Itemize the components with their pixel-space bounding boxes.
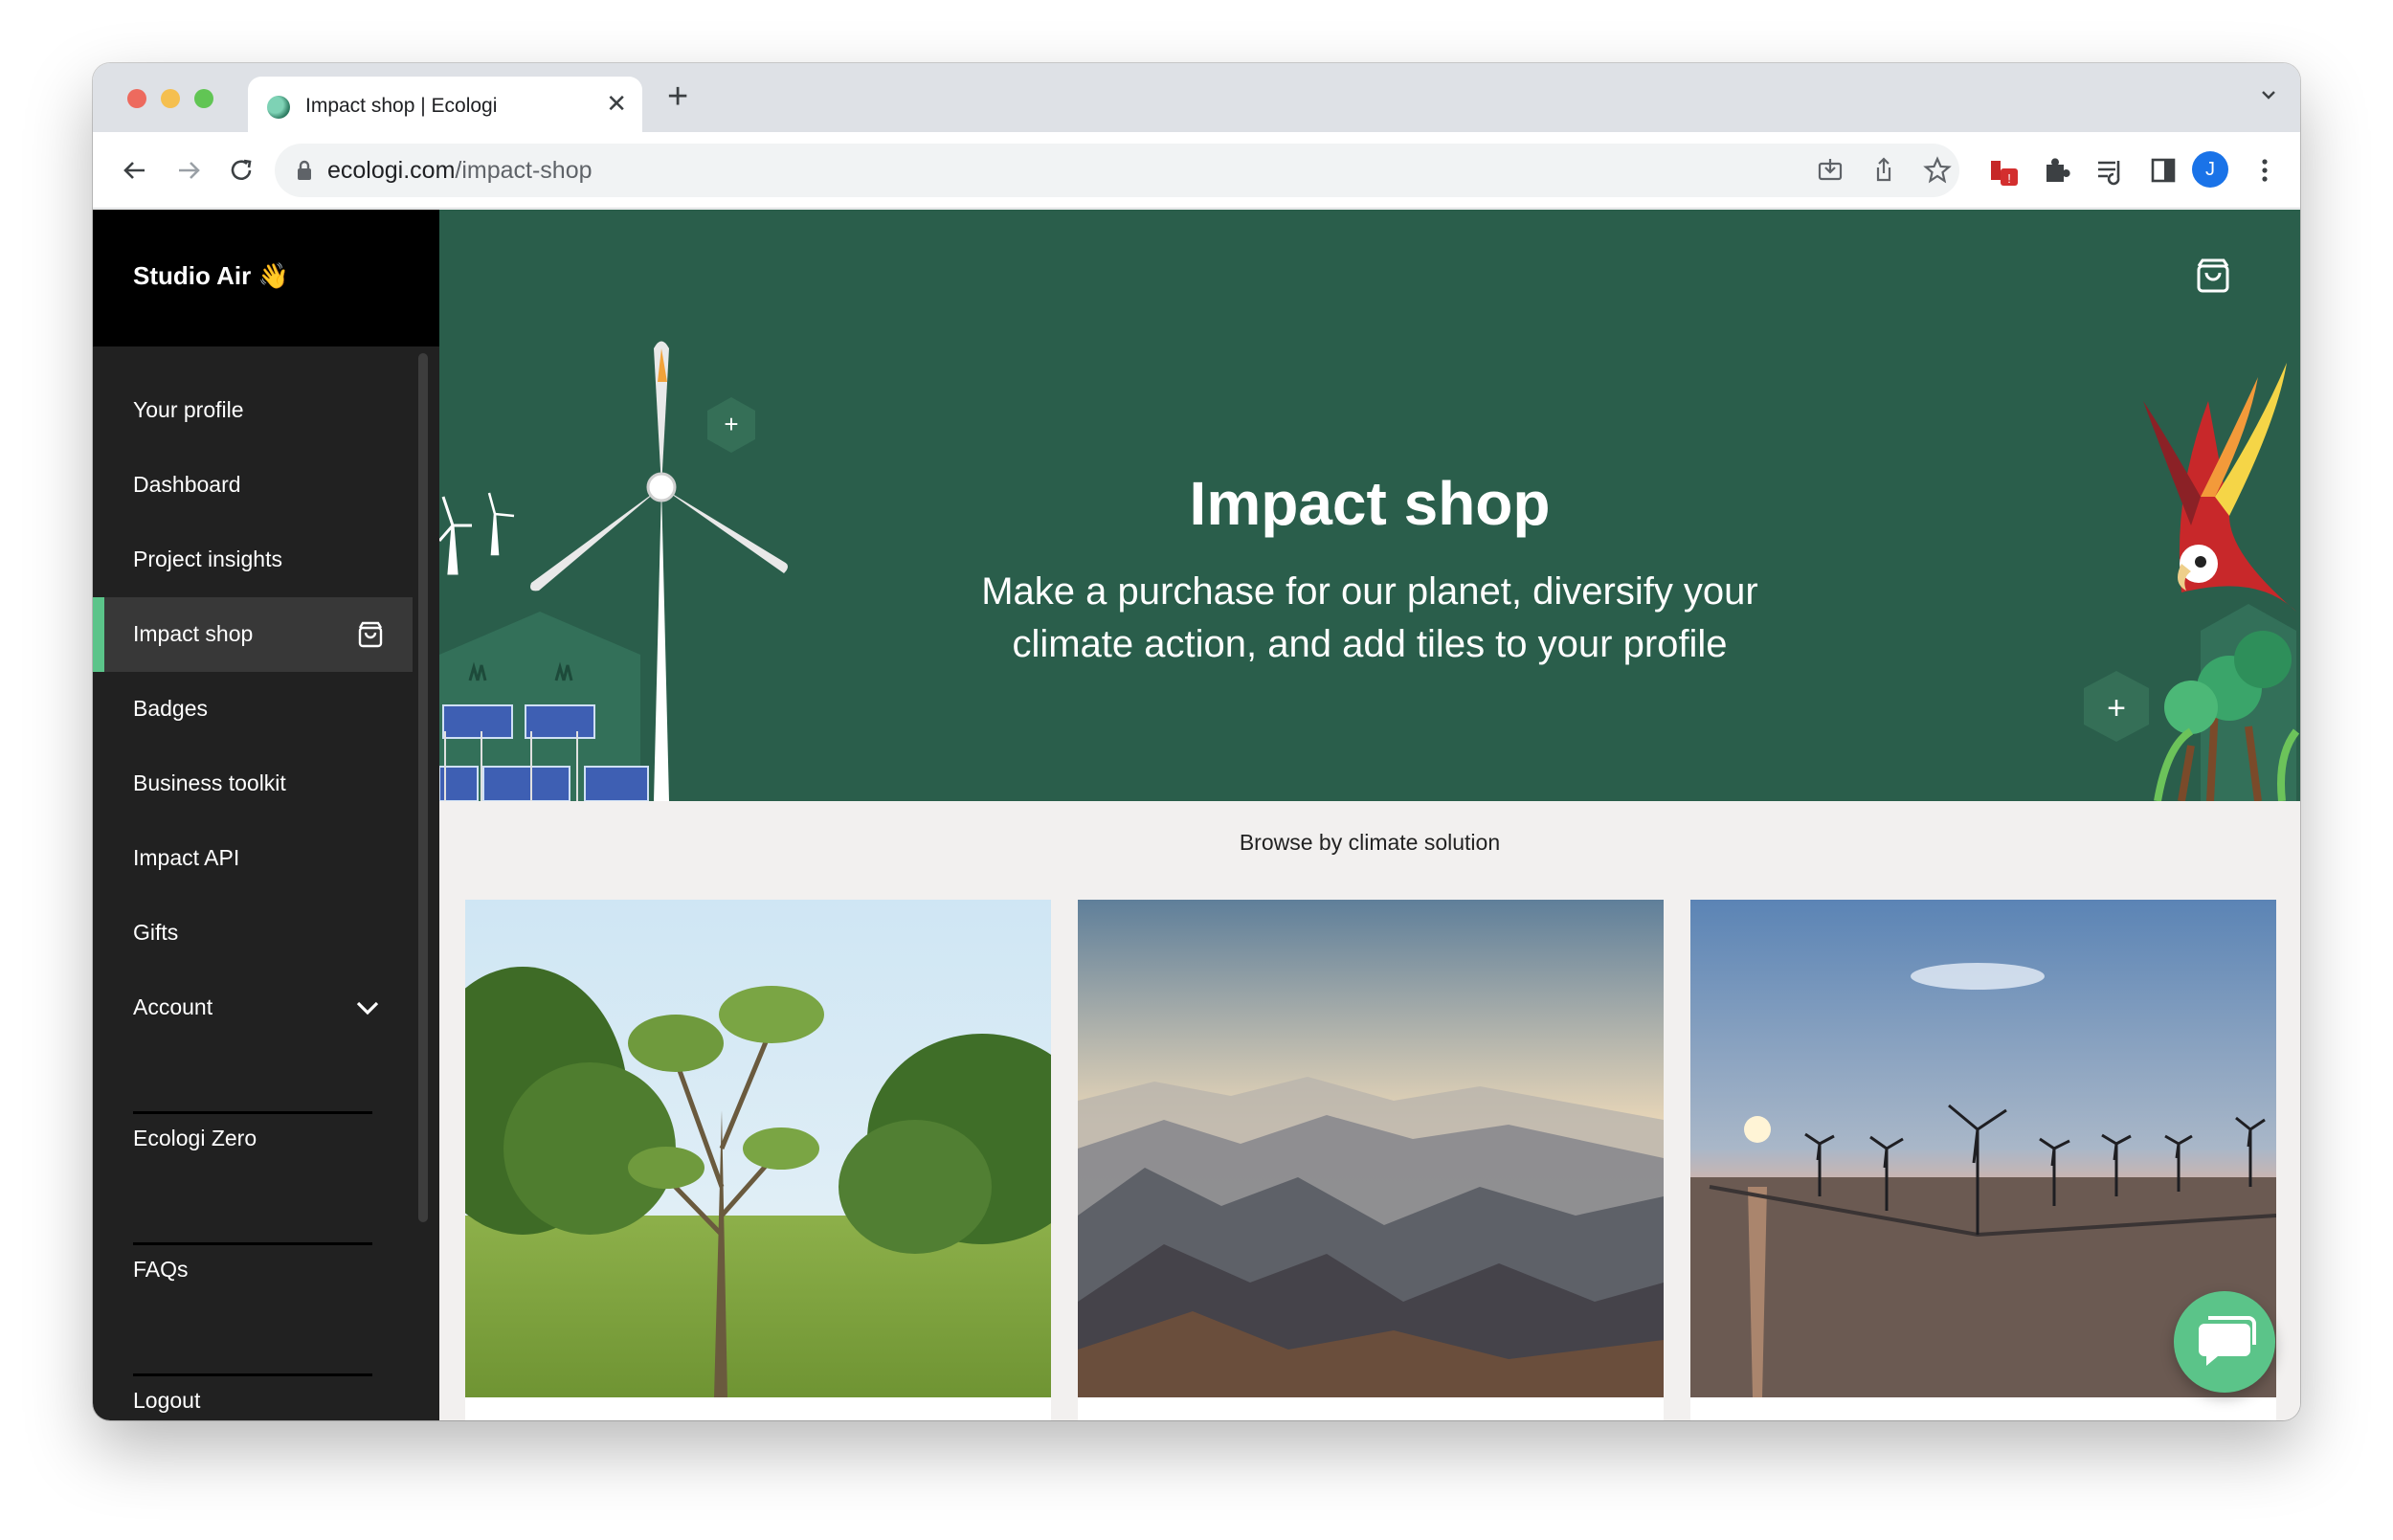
hero-subtitle: Make a purchase for our planet, diversif… xyxy=(981,570,1758,665)
brand-label: Studio Air xyxy=(133,261,252,290)
sidebar-item-gifts[interactable]: Gifts xyxy=(93,896,413,971)
tab-strip: Impact shop | Ecologi ✕ + xyxy=(93,63,2300,132)
svg-text:+: + xyxy=(724,410,738,438)
forward-arrow-icon[interactable] xyxy=(171,153,206,188)
ecologi-favicon-icon xyxy=(267,96,290,119)
more-menu-icon[interactable] xyxy=(2248,153,2282,188)
tab-search-chevron-icon[interactable] xyxy=(2258,84,2279,105)
maximize-window-button[interactable] xyxy=(194,89,213,108)
sidebar-item-label: Dashboard xyxy=(133,472,241,497)
minimize-window-button[interactable] xyxy=(161,89,180,108)
page-content: Studio Air 👋 Your profile Dashboard Proj… xyxy=(93,210,2300,1420)
sidebar-item-impact-api[interactable]: Impact API xyxy=(93,821,413,896)
sidebar-item-label: Logout xyxy=(133,1388,201,1413)
hero-banner: + + Impact shop Make a purchase for our … xyxy=(439,210,2300,801)
brand-name[interactable]: Studio Air 👋 xyxy=(133,261,289,291)
extension-alert-icon[interactable]: ! xyxy=(1985,153,2020,188)
url-text: ecologi.com/impact-shop xyxy=(327,157,593,184)
sidebar-item-ecologi-zero[interactable]: Ecologi Zero xyxy=(93,1102,413,1176)
address-bar[interactable]: ecologi.com/impact-shop xyxy=(275,144,1959,197)
browse-heading: Browse by climate solution xyxy=(1239,830,1501,855)
wave-emoji: 👋 xyxy=(257,261,289,290)
browser-window: Impact shop | Ecologi ✕ + ecologi.com/im… xyxy=(93,63,2300,1420)
sidebar-item-label: Impact shop xyxy=(133,621,254,646)
back-arrow-icon[interactable] xyxy=(118,153,152,188)
svg-text:!: ! xyxy=(2007,171,2011,186)
solution-card-forest[interactable] xyxy=(465,900,1051,1420)
profile-avatar[interactable]: J xyxy=(2192,151,2228,188)
sidebar-item-label: Project insights xyxy=(133,547,282,571)
lock-icon xyxy=(298,160,311,180)
sidebar-item-label: Account xyxy=(133,994,213,1019)
sidebar-item-faqs[interactable]: FAQs xyxy=(93,1233,413,1307)
sidebar-item-account[interactable]: Account xyxy=(93,971,413,1045)
install-app-icon[interactable] xyxy=(1816,156,1845,185)
forest-photo-icon xyxy=(465,900,1051,1420)
sidebar-item-business-toolkit[interactable]: Business toolkit xyxy=(93,747,413,821)
main-content: + + Impact shop Make a purchase for our … xyxy=(439,210,2300,1420)
mountains-photo-icon xyxy=(1078,900,1664,1420)
close-window-button[interactable] xyxy=(127,89,146,108)
sidebar: Studio Air 👋 Your profile Dashboard Proj… xyxy=(93,210,439,1420)
hero-title: Impact shop xyxy=(1189,469,1551,538)
side-panel-icon[interactable] xyxy=(2146,153,2181,188)
shopping-bag-icon xyxy=(358,621,383,648)
sidebar-item-label: Your profile xyxy=(133,397,244,422)
extensions-puzzle-icon[interactable] xyxy=(2039,153,2073,188)
new-tab-icon[interactable]: + xyxy=(667,77,688,118)
sidebar-item-label: Gifts xyxy=(133,920,179,945)
sidebar-item-label: Business toolkit xyxy=(133,770,286,795)
svg-text:+: + xyxy=(2107,690,2126,726)
reading-list-icon[interactable] xyxy=(2092,153,2127,188)
chevron-down-icon[interactable] xyxy=(353,993,382,1022)
sidebar-item-label: Badges xyxy=(133,696,209,721)
reload-icon[interactable] xyxy=(225,153,259,188)
sidebar-scrollbar[interactable] xyxy=(418,353,428,1222)
solution-card-mountains[interactable] xyxy=(1078,900,1664,1420)
chat-support-button[interactable] xyxy=(2174,1291,2275,1393)
sidebar-item-label: FAQs xyxy=(133,1257,189,1282)
shopping-cart-icon[interactable] xyxy=(2193,256,2233,296)
sidebar-item-label: Ecologi Zero xyxy=(133,1126,257,1150)
close-tab-icon[interactable]: ✕ xyxy=(606,89,627,119)
bookmark-star-icon[interactable] xyxy=(1923,156,1952,185)
share-icon[interactable] xyxy=(1869,156,1898,185)
sidebar-item-logout[interactable]: Logout xyxy=(93,1364,413,1420)
sidebar-item-label: Impact API xyxy=(133,845,240,870)
sidebar-item-your-profile[interactable]: Your profile xyxy=(93,373,413,448)
sidebar-item-dashboard[interactable]: Dashboard xyxy=(93,448,413,523)
tab-title: Impact shop | Ecologi xyxy=(305,95,498,117)
sidebar-header: Studio Air 👋 xyxy=(93,210,439,346)
browser-tab[interactable]: Impact shop | Ecologi ✕ xyxy=(248,77,642,132)
sidebar-item-badges[interactable]: Badges xyxy=(93,672,413,747)
browser-toolbar: ecologi.com/impact-shop ! J xyxy=(93,132,2300,209)
sidebar-item-project-insights[interactable]: Project insights xyxy=(93,523,413,597)
sidebar-item-impact-shop[interactable]: Impact shop xyxy=(93,597,413,672)
chat-bubble-icon xyxy=(2199,1316,2256,1366)
